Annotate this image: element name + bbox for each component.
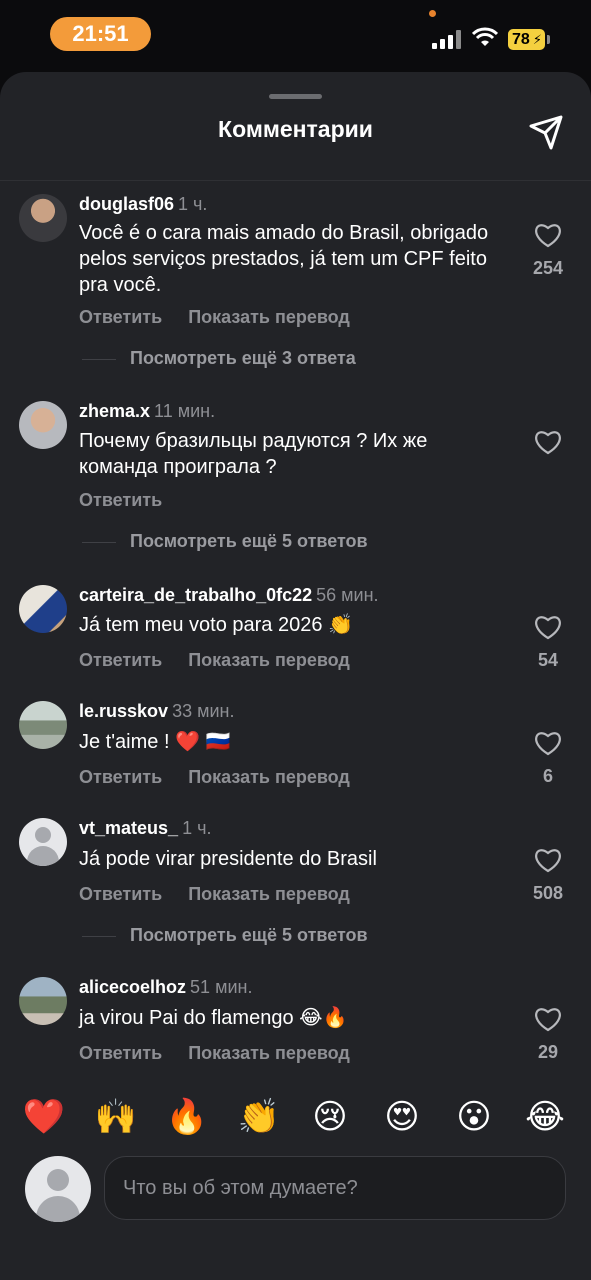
my-avatar bbox=[25, 1156, 91, 1222]
privacy-indicator-dot bbox=[429, 10, 436, 17]
reply-button[interactable]: Ответить bbox=[79, 767, 162, 787]
comment-input[interactable]: Что вы об этом думаете? bbox=[104, 1156, 566, 1220]
reaction-laughing-emoji[interactable]: 😂 bbox=[523, 1095, 567, 1139]
reaction-surprised-emoji[interactable]: 😮 bbox=[452, 1095, 496, 1139]
comment-text: Você é o cara mais amado do Brasil, obri… bbox=[79, 222, 489, 296]
reply-button[interactable]: Ответить bbox=[79, 884, 162, 904]
battery-icon: 78 ⚡ bbox=[508, 29, 545, 50]
like-button[interactable]: 508 bbox=[522, 847, 574, 904]
heart-icon[interactable] bbox=[534, 222, 562, 248]
quick-reactions-bar: ❤️ 🙌 🔥 👏 😢 😍 😮 😂 bbox=[0, 1081, 591, 1151]
view-more-replies-label: Посмотреть ещё 3 ответа bbox=[130, 348, 356, 368]
sheet-title: Комментарии bbox=[218, 116, 373, 142]
view-more-replies[interactable]: Посмотреть ещё 3 ответа bbox=[82, 348, 356, 369]
show-translation-button[interactable]: Показать перевод bbox=[188, 307, 350, 327]
comment-username[interactable]: douglasf06 bbox=[79, 194, 174, 214]
avatar[interactable] bbox=[19, 977, 67, 1025]
comment-time: 33 мин. bbox=[172, 701, 235, 721]
heart-icon[interactable] bbox=[534, 730, 562, 756]
comment-time: 51 мин. bbox=[190, 977, 253, 997]
like-button[interactable]: 254 bbox=[522, 222, 574, 279]
reaction-crying-emoji[interactable]: 😢 bbox=[308, 1095, 352, 1139]
reply-button[interactable]: Ответить bbox=[79, 490, 162, 510]
comment-username[interactable]: vt_mateus_ bbox=[79, 818, 178, 838]
avatar[interactable] bbox=[19, 701, 67, 749]
show-translation-button[interactable]: Показать перевод bbox=[188, 767, 350, 787]
like-count: 508 bbox=[532, 883, 564, 903]
comment-composer: Что вы об этом думаете? bbox=[0, 1151, 591, 1280]
reaction-clap-emoji[interactable]: 👏 bbox=[237, 1095, 281, 1139]
comment-time: 11 мин. bbox=[154, 401, 216, 421]
comment-text: Je t'aime ! ❤️ 🇷🇺 bbox=[79, 731, 231, 753]
avatar[interactable] bbox=[19, 401, 67, 449]
heart-icon[interactable] bbox=[534, 847, 562, 873]
view-more-replies-label: Посмотреть ещё 5 ответов bbox=[130, 531, 368, 551]
like-button[interactable]: 29 bbox=[522, 1006, 574, 1063]
comment-time: 1 ч. bbox=[178, 194, 208, 214]
like-button[interactable]: 54 bbox=[522, 614, 574, 671]
heart-icon[interactable] bbox=[534, 429, 562, 455]
heart-icon[interactable] bbox=[534, 614, 562, 640]
battery-level: 78 bbox=[512, 31, 530, 48]
comment-username[interactable]: alicecoelhoz bbox=[79, 977, 186, 997]
like-button[interactable]: 6 bbox=[522, 730, 574, 787]
heart-icon[interactable] bbox=[534, 1006, 562, 1032]
comment-text: ja virou Pai do flamengo 😂🔥 bbox=[79, 1007, 348, 1029]
comment-username[interactable]: zhema.x bbox=[79, 401, 150, 421]
wifi-icon bbox=[472, 27, 498, 46]
reply-button[interactable]: Ответить bbox=[79, 1043, 162, 1063]
avatar[interactable] bbox=[19, 194, 67, 242]
show-translation-button[interactable]: Показать перевод bbox=[188, 1043, 350, 1063]
comment-username[interactable]: carteira_de_trabalho_0fc22 bbox=[79, 585, 312, 605]
reaction-heart-eyes-emoji[interactable]: 😍 bbox=[380, 1095, 424, 1139]
like-button[interactable] bbox=[522, 429, 574, 455]
header-divider bbox=[0, 180, 591, 181]
sheet-grabber[interactable] bbox=[269, 94, 322, 99]
like-count: 254 bbox=[532, 258, 564, 278]
comment-time: 56 мин. bbox=[316, 585, 379, 605]
like-count: 54 bbox=[537, 650, 559, 670]
comment-time: 1 ч. bbox=[182, 818, 212, 838]
view-more-replies[interactable]: Посмотреть ещё 5 ответов bbox=[82, 925, 368, 946]
avatar[interactable] bbox=[19, 818, 67, 866]
show-translation-button[interactable]: Показать перевод bbox=[188, 884, 350, 904]
view-more-replies-label: Посмотреть ещё 5 ответов bbox=[130, 925, 368, 945]
comment-username[interactable]: le.russkov bbox=[79, 701, 168, 721]
view-more-replies[interactable]: Посмотреть ещё 5 ответов bbox=[82, 531, 368, 552]
cellular-signal-icon bbox=[432, 30, 462, 49]
reaction-fire-emoji[interactable]: 🔥 bbox=[165, 1095, 209, 1139]
reaction-heart-emoji[interactable]: ❤️ bbox=[22, 1095, 66, 1139]
battery-cap bbox=[547, 35, 550, 44]
comment-text: Já tem meu voto para 2026 👏 bbox=[79, 614, 353, 636]
comment-text: Почему бразильцы радуются ? Их же команд… bbox=[79, 430, 428, 478]
reply-button[interactable]: Ответить bbox=[79, 307, 162, 327]
comment-text: Já pode virar presidente do Brasil bbox=[79, 848, 377, 870]
reply-button[interactable]: Ответить bbox=[79, 650, 162, 670]
reaction-raised-hands-emoji[interactable]: 🙌 bbox=[94, 1095, 138, 1139]
like-count: 6 bbox=[542, 766, 553, 786]
share-send-icon[interactable] bbox=[526, 112, 566, 152]
status-bar: 21:51 78 ⚡ bbox=[0, 0, 591, 72]
avatar[interactable] bbox=[19, 585, 67, 633]
like-count: 29 bbox=[537, 1042, 559, 1062]
status-time[interactable]: 21:51 bbox=[50, 17, 151, 51]
show-translation-button[interactable]: Показать перевод bbox=[188, 650, 350, 670]
